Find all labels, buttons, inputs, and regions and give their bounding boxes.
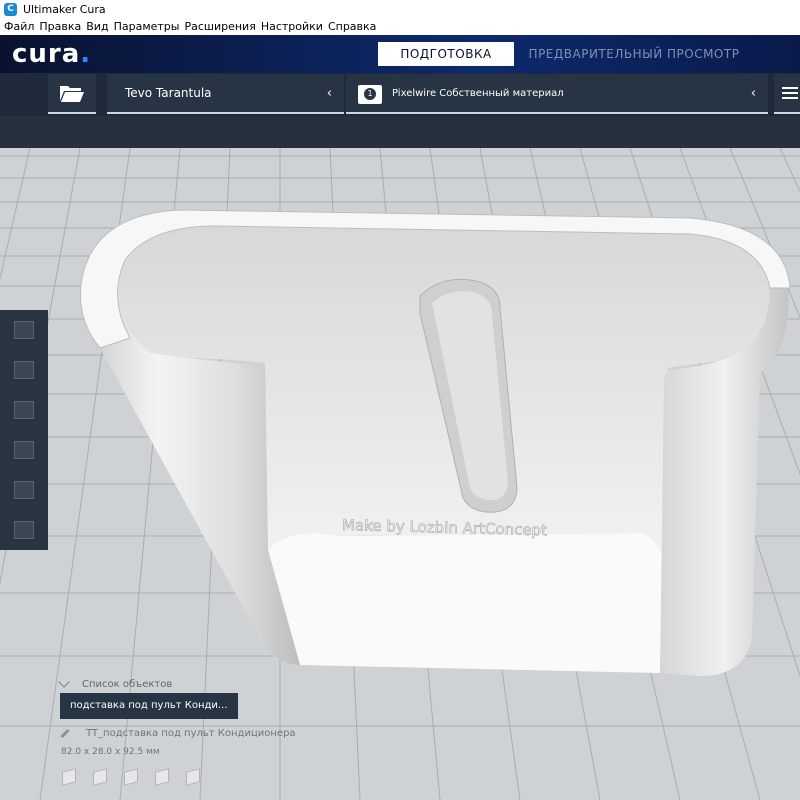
material-name: Pixelwire Собственный материал (392, 87, 564, 99)
printer-name: Tevo Tarantula (125, 86, 212, 100)
job-name-field[interactable]: TT_подставка под пульт Кондиционера (60, 728, 296, 739)
extruder-number: 1 (364, 88, 376, 100)
object-list-toggle[interactable]: Список объектов (58, 676, 173, 690)
menu-bar: Файл Правка Вид Параметры Расширения Нас… (0, 18, 800, 35)
right-view-icon[interactable] (186, 768, 200, 786)
stage-tabs: ПОДГОТОВКА ПРЕДВАРИТЕЛЬНЫЙ ПРОСМОТР (378, 42, 754, 66)
cura-app-icon: C (4, 2, 17, 16)
front-view-icon[interactable] (93, 768, 107, 786)
stage-header: cura. ПОДГОТОВКА ПРЕДВАРИТЕЛЬНЫЙ ПРОСМОТ… (0, 35, 800, 73)
move-tool-icon (14, 321, 34, 339)
menu-view[interactable]: Вид (86, 20, 108, 33)
menu-edit[interactable]: Правка (39, 20, 81, 33)
support-blocker-button[interactable] (0, 510, 48, 550)
rotate-tool-icon (14, 401, 34, 419)
view-orientation-buttons (62, 768, 217, 786)
chevron-left-icon: ‹ (750, 86, 756, 101)
per-model-settings-icon (14, 481, 34, 499)
print-settings-button[interactable] (774, 74, 800, 114)
tab-preview[interactable]: ПРЕДВАРИТЕЛЬНЫЙ ПРОСМОТР (514, 42, 754, 66)
tool-panel (0, 310, 48, 550)
left-view-icon[interactable] (155, 768, 169, 786)
menu-parameters[interactable]: Параметры (114, 20, 180, 33)
chevron-left-icon: ‹ (326, 86, 332, 101)
material-selector[interactable]: 1 Pixelwire Собственный материал ‹ (346, 74, 768, 114)
cura-window: C Ultimaker Cura Файл Правка Вид Парамет… (0, 0, 800, 800)
menu-settings[interactable]: Настройки (261, 20, 323, 33)
scale-tool-button[interactable] (0, 350, 48, 390)
menu-extensions[interactable]: Расширения (184, 20, 255, 33)
logo-text: cura (12, 39, 81, 69)
object-list-title: Список объектов (82, 679, 173, 690)
window-title: Ultimaker Cura (23, 2, 106, 16)
extruder-icon: 1 (358, 85, 382, 104)
print-settings-icon (782, 87, 798, 89)
scale-tool-icon (14, 361, 34, 379)
per-model-settings-button[interactable] (0, 470, 48, 510)
job-name: TT_подставка под пульт Кондиционера (86, 728, 296, 739)
3d-view-icon[interactable] (62, 768, 76, 786)
toolbar-background (0, 116, 800, 148)
rotate-tool-button[interactable] (0, 390, 48, 430)
model-dimensions: 82.0 x 28.0 x 92.5 мм (61, 747, 160, 757)
top-view-icon[interactable] (124, 768, 138, 786)
open-file-button[interactable] (48, 74, 96, 114)
menu-file[interactable]: Файл (4, 20, 34, 33)
mirror-tool-icon (14, 441, 34, 459)
printer-toolbar: Tevo Tarantula ‹ 1 Pixelwire Собственный… (0, 73, 800, 116)
title-bar: C Ultimaker Cura (0, 0, 800, 18)
printer-selector[interactable]: Tevo Tarantula ‹ (107, 74, 344, 114)
menu-help[interactable]: Справка (328, 20, 376, 33)
tab-prepare[interactable]: ПОДГОТОВКА (378, 42, 514, 66)
support-blocker-icon (14, 521, 34, 539)
logo-dot: . (80, 39, 92, 69)
cura-logo: cura. (12, 39, 91, 69)
folder-open-icon (60, 86, 84, 102)
chevron-down-icon (58, 676, 70, 688)
pencil-icon (60, 728, 70, 739)
mirror-tool-button[interactable] (0, 430, 48, 470)
object-list-item[interactable]: подставка под пульт Конди... (60, 693, 238, 719)
move-tool-button[interactable] (0, 310, 48, 350)
